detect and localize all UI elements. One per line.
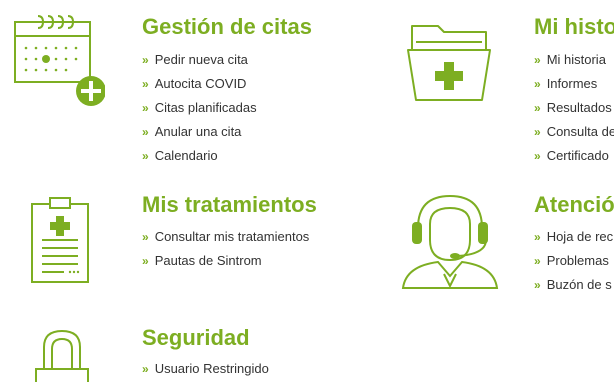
chevron-right-icon: » [534,230,541,244]
section-atencion: Atenció » Hoja de rec » Problemas » Buzón d… [390,180,614,300]
link-label: Hoja de rec [546,229,614,244]
chevron-right-icon: » [142,254,149,268]
link-pedir-nueva-cita[interactable]: » Pedir nueva cita [142,51,257,75]
link-label: Certificado [546,148,609,163]
link-label: Informes [546,76,598,91]
chevron-right-icon: » [142,362,149,376]
link-certificado[interactable]: » Certificado [534,147,614,171]
section-title[interactable]: Atenció [534,192,614,218]
chevron-right-icon: » [534,149,541,163]
section-title[interactable]: Mi histo [534,14,614,40]
section-mis-tratamientos: Mis tratamientos » Consultar mis tratamie… [0,180,380,300]
link-label: Resultados [546,100,612,115]
link-anular-cita[interactable]: » Anular una cita [142,123,257,147]
link-list: » Consultar mis tratamientos » Pautas de S… [142,228,309,276]
link-label: Pedir nueva cita [154,52,248,67]
chevron-right-icon: » [534,278,541,292]
calendar-add-icon[interactable] [10,14,105,109]
link-label: Calendario [154,148,218,163]
link-hoja-reclamaciones[interactable]: » Hoja de rec [534,228,613,252]
chevron-right-icon: » [142,53,149,67]
chevron-right-icon: » [534,125,541,139]
chevron-right-icon: » [142,125,149,139]
padlock-icon[interactable] [32,329,92,382]
link-autocita-covid[interactable]: » Autocita COVID [142,75,257,99]
chevron-right-icon: » [142,77,149,91]
link-buzon[interactable]: » Buzón de s [534,276,613,300]
link-usuario-restringido[interactable]: » Usuario Restringido [142,360,269,384]
link-list: » Pedir nueva cita » Autocita COVID » Citas… [142,51,257,171]
chevron-right-icon: » [534,254,541,268]
link-label: Usuario Restringido [154,361,269,376]
section-gestion-citas: Gestión de citas » Pedir nueva cita » Auto… [0,0,380,175]
link-problemas[interactable]: » Problemas [534,252,613,276]
link-label: Consulta de [546,124,614,139]
section-mi-historia: Mi histo » Mi historia » Informes » Resulta… [390,0,614,175]
link-label: Anular una cita [154,124,242,139]
link-resultados[interactable]: » Resultados [534,99,614,123]
chevron-right-icon: » [534,53,541,67]
link-pautas-sintrom[interactable]: » Pautas de Sintrom [142,252,309,276]
link-label: Autocita COVID [154,76,247,91]
link-label: Buzón de s [546,277,612,292]
link-mi-historia[interactable]: » Mi historia [534,51,614,75]
chevron-right-icon: » [534,77,541,91]
chevron-right-icon: » [142,149,149,163]
link-list: » Hoja de rec » Problemas » Buzón de s [534,228,613,300]
link-label: Mi historia [546,52,606,67]
section-title[interactable]: Gestión de citas [142,14,312,40]
headset-agent-icon[interactable] [400,186,500,290]
link-list: » Usuario Restringido [142,360,269,384]
section-seguridad: Seguridad » Usuario Restringido [0,305,380,382]
prescription-clipboard-icon[interactable] [28,196,93,284]
section-title[interactable]: Seguridad [142,325,250,351]
link-label: Pautas de Sintrom [154,253,262,268]
medical-folder-icon[interactable] [404,20,494,106]
link-calendario[interactable]: » Calendario [142,147,257,171]
link-consulta[interactable]: » Consulta de [534,123,614,147]
link-label: Consultar mis tratamientos [154,229,310,244]
chevron-right-icon: » [534,101,541,115]
link-consultar-tratamientos[interactable]: » Consultar mis tratamientos [142,228,309,252]
section-title[interactable]: Mis tratamientos [142,192,317,218]
link-citas-planificadas[interactable]: » Citas planificadas [142,99,257,123]
link-label: Problemas [546,253,609,268]
link-list: » Mi historia » Informes » Resultados » Cons… [534,51,614,171]
link-informes[interactable]: » Informes [534,75,614,99]
chevron-right-icon: » [142,101,149,115]
link-label: Citas planificadas [154,100,257,115]
chevron-right-icon: » [142,230,149,244]
